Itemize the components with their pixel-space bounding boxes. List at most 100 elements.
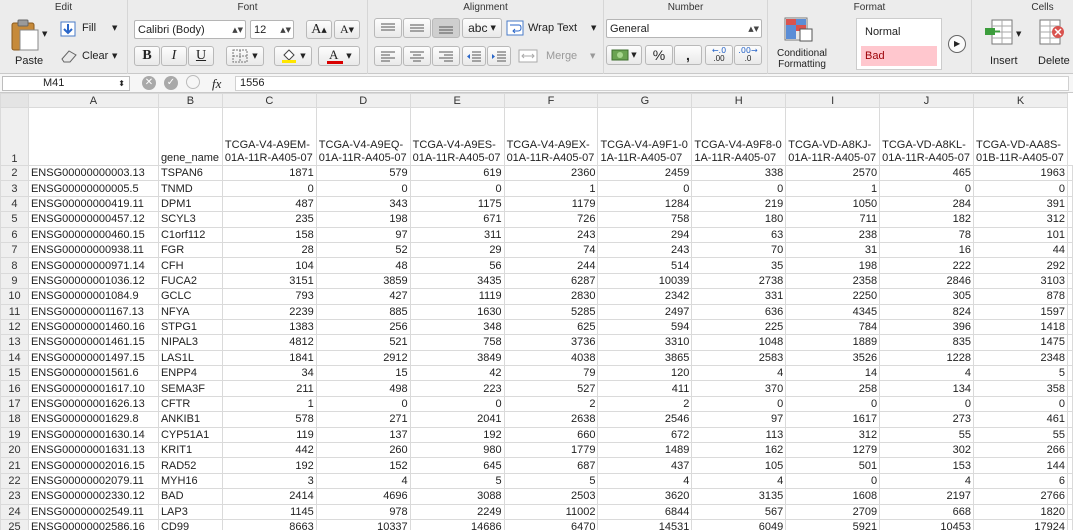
cell[interactable]: 671	[409, 211, 505, 228]
cell[interactable]: 292	[972, 257, 1069, 274]
fill-dropdown-icon[interactable]: ▼	[112, 24, 117, 32]
cell[interactable]: 8663	[221, 518, 317, 530]
cell[interactable]: 338	[691, 164, 787, 182]
paste-dropdown-icon[interactable]: ▼	[42, 30, 47, 38]
row-header[interactable]: 21	[0, 457, 29, 474]
cell[interactable]: 437	[597, 457, 693, 474]
cell[interactable]: 758	[597, 211, 693, 228]
cell[interactable]: 4	[315, 472, 411, 490]
column-header[interactable]: I	[785, 93, 881, 108]
cell[interactable]: ENSG00000000460.15	[27, 226, 159, 243]
cell[interactable]: 1228	[879, 349, 974, 367]
cell[interactable]: 625	[503, 318, 599, 336]
column-header[interactable]: B	[157, 93, 223, 108]
cell[interactable]: 0	[785, 472, 881, 490]
align-bottom-button[interactable]	[432, 18, 460, 38]
cell[interactable]: 1145	[221, 503, 317, 520]
cell[interactable]	[1067, 457, 1073, 474]
cell[interactable]: 835	[879, 334, 974, 351]
clear-button[interactable]: Clear ▼	[58, 47, 124, 65]
cell[interactable]: 2041	[409, 411, 505, 428]
cell[interactable]: 222	[879, 257, 974, 274]
cell[interactable]: 15	[315, 365, 411, 382]
cell[interactable]: 1871	[221, 164, 317, 182]
align-left-button[interactable]	[374, 46, 402, 66]
insert-function-button[interactable]: fx	[212, 76, 221, 92]
merge-button[interactable]: Merge ▼	[518, 47, 600, 65]
select-all-corner[interactable]	[0, 93, 29, 108]
cell[interactable]: 294	[597, 226, 693, 243]
cell[interactable]: ENSG00000001626.13	[27, 395, 159, 413]
cell[interactable]: DPM1	[157, 195, 223, 213]
cell[interactable]: 11002	[503, 503, 599, 520]
cell[interactable]	[1067, 195, 1073, 213]
cell[interactable]: 4	[879, 472, 974, 490]
cell[interactable]: 4696	[315, 488, 411, 505]
cell[interactable]: 42	[409, 365, 505, 382]
cell[interactable]: GCLC	[157, 288, 223, 305]
styles-next-button[interactable]: ▶	[948, 35, 966, 53]
column-header[interactable]: E	[409, 93, 505, 108]
cell[interactable]: 105	[691, 457, 787, 474]
cell[interactable]: 55	[879, 426, 974, 444]
increase-font-size-button[interactable]: A ▲	[306, 20, 332, 39]
row-header[interactable]: 10	[0, 288, 29, 305]
cell[interactable]: 396	[879, 318, 974, 336]
cell[interactable]: 312	[785, 426, 881, 444]
cell[interactable]: 6	[972, 472, 1069, 490]
cell[interactable]: 594	[597, 318, 693, 336]
cell[interactable]: 273	[879, 411, 974, 428]
cell[interactable]: 2570	[785, 164, 881, 182]
cell[interactable]: ENSG00000002549.11	[27, 503, 159, 520]
accounting-format-button[interactable]: ▼	[606, 45, 642, 65]
row-header[interactable]: 23	[0, 488, 29, 505]
cell[interactable]: TCGA-VD-A8KJ-01A-11R-A405-07	[785, 107, 881, 166]
cell[interactable]: 1617	[785, 411, 881, 428]
cancel-icon[interactable]: ✕	[142, 76, 156, 90]
cell[interactable]: 645	[409, 457, 505, 474]
cell[interactable]	[1067, 211, 1073, 228]
cell[interactable]: 311	[409, 226, 505, 243]
cell[interactable]: 2459	[597, 164, 693, 182]
cell[interactable]: 793	[221, 288, 317, 305]
cell[interactable]: 726	[503, 211, 599, 228]
row-header[interactable]: 8	[0, 257, 29, 274]
cell[interactable]: 44	[972, 241, 1069, 259]
font-color-button[interactable]: A ▼	[318, 46, 360, 66]
cell[interactable]: 284	[879, 195, 974, 213]
cell[interactable]: 527	[503, 380, 599, 397]
cell[interactable]: 17924	[972, 518, 1069, 530]
cell[interactable]: TCGA-V4-A9F8-01A-11R-A405-07	[691, 107, 787, 166]
cell[interactable]: 79	[503, 365, 599, 382]
cell[interactable]: 56	[409, 257, 505, 274]
number-format-select[interactable]: General ▲▼	[606, 19, 762, 38]
cell[interactable]: 3435	[409, 272, 505, 290]
cell[interactable]: 3865	[597, 349, 693, 367]
column-header[interactable]: J	[879, 93, 974, 108]
cell[interactable]	[1067, 334, 1073, 351]
cell[interactable]: 579	[315, 164, 411, 182]
cell[interactable]: 219	[691, 195, 787, 213]
row-header[interactable]: 19	[0, 426, 29, 444]
cell[interactable]: 10039	[597, 272, 693, 290]
cell[interactable]: 1175	[409, 195, 505, 213]
cell[interactable]: 980	[409, 442, 505, 459]
cell[interactable]: 243	[503, 226, 599, 243]
cell[interactable]	[1067, 380, 1073, 397]
cell[interactable]: STPG1	[157, 318, 223, 336]
row-header[interactable]: 1	[0, 107, 29, 166]
wrap-text-button[interactable]: Wrap Text ▼	[506, 19, 600, 37]
cell[interactable]: 3736	[503, 334, 599, 351]
row-header[interactable]: 12	[0, 318, 29, 336]
cell[interactable]: 660	[503, 426, 599, 444]
cell[interactable]: 465	[879, 164, 974, 182]
cell[interactable]: 48	[315, 257, 411, 274]
increase-decimal-button[interactable]: ←.0 .00	[705, 45, 733, 65]
row-header[interactable]: 6	[0, 226, 29, 243]
cell[interactable]: ENSG00000002330.12	[27, 488, 159, 505]
cell[interactable]	[1067, 241, 1073, 259]
cell[interactable]: MYH16	[157, 472, 223, 490]
cell[interactable]: 1279	[785, 442, 881, 459]
row-header[interactable]: 14	[0, 349, 29, 367]
cell[interactable]: 0	[315, 180, 411, 197]
